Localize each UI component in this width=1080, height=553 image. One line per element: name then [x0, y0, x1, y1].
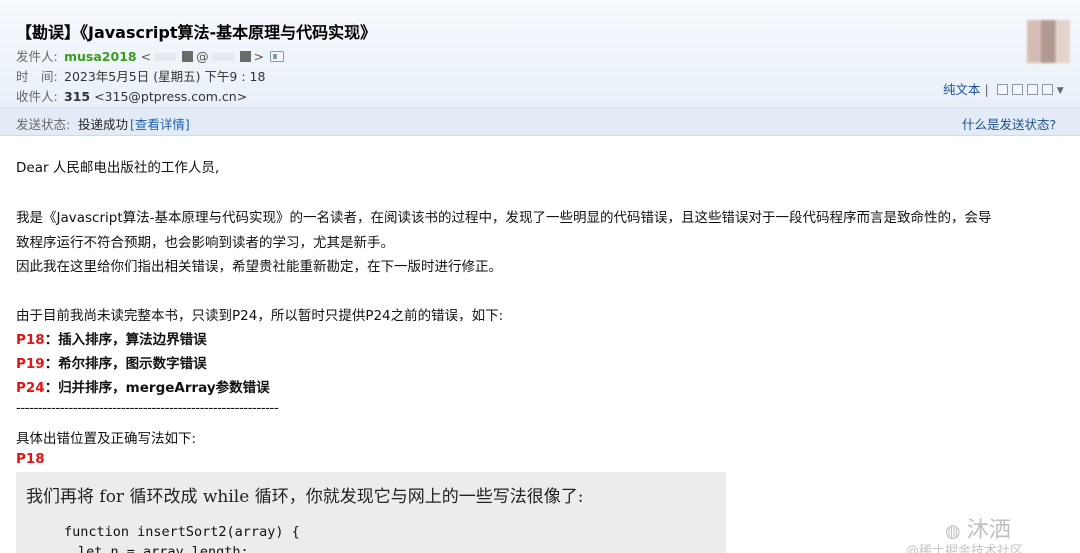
section-page: P18	[16, 451, 45, 467]
paragraph-3: 由于目前我尚未读完整本书，只读到P24，所以暂时只提供P24之前的错误，如下:	[16, 308, 504, 324]
book-page-photo: 我们再将 for 循环改成 while 循环，你就发现它与网上的一些写法很像了:…	[16, 472, 726, 553]
sender-label: 发件人:	[16, 49, 58, 64]
status-value: 投递成功	[78, 117, 129, 132]
status-label: 发送状态:	[16, 117, 71, 132]
sender-at: @	[196, 49, 209, 64]
redacted-block	[182, 51, 194, 62]
recipient-label: 收件人:	[16, 89, 58, 104]
sender-name[interactable]: musa2018	[64, 49, 137, 64]
redacted-block	[211, 53, 234, 61]
sender-addr-close: >	[253, 49, 265, 64]
redacted-block	[154, 53, 177, 61]
greeting: Dear 人民邮电出版社的工作人员,	[16, 160, 220, 176]
new-window-icon[interactable]	[996, 84, 1008, 95]
star-icon[interactable]: ☆	[347, 19, 361, 38]
time-row: 时 间: 2023年5月5日 (星期五) 下午9 : 18	[16, 66, 265, 85]
sender-addr-open: <	[140, 49, 152, 64]
time-label: 时 间:	[16, 69, 58, 84]
error-desc: ：归并排序，mergeArray参数错误	[44, 380, 270, 396]
view-details-link[interactable]: [查看详情]	[130, 114, 190, 133]
recipient-name[interactable]: 315	[64, 89, 90, 104]
sender-row: 发件人: musa2018 < @ >	[16, 46, 285, 65]
error-item: P24：归并排序，mergeArray参数错误	[16, 376, 270, 396]
chevron-down-icon[interactable]: ▼	[1057, 86, 1064, 96]
toolbar-separator: |	[984, 82, 989, 97]
error-item: P19：希尔排序，图示数字错误	[16, 352, 207, 372]
paragraph-1a: 我是《Javascript算法-基本原理与代码实现》的一名读者，在阅读该书的过程…	[16, 210, 992, 226]
contact-card-icon[interactable]	[270, 51, 285, 62]
detail-intro: 具体出错位置及正确写法如下:	[16, 431, 197, 447]
recipient-row: 收件人: 315 <315@ptpress.com.cn>	[16, 86, 247, 105]
error-item: P18：插入排序，算法边界错误	[16, 328, 207, 348]
wechat-icon: ◍	[945, 521, 961, 542]
email-header: 【勘误】《Javascript算法-基本原理与代码实现》 ☆ 发件人: musa2…	[0, 0, 1080, 108]
redacted-block	[239, 51, 251, 62]
error-desc: ：希尔排序，图示数字错误	[44, 356, 207, 372]
photo-code-line: function insertSort2(array) {	[64, 524, 300, 540]
print-icon[interactable]	[1041, 84, 1053, 95]
photo-code-line: let n = array.length;	[78, 544, 249, 553]
delivery-status-bar: 发送状态: 投递成功 [查看详情] 什么是发送状态?	[0, 108, 1080, 136]
watermark-site: @稀土掘金技术社区	[906, 544, 1024, 553]
time-value: 2023年5月5日 (星期五) 下午9 : 18	[64, 69, 266, 84]
email-subject: 【勘误】《Javascript算法-基本原理与代码实现》	[16, 23, 377, 42]
copy-icon[interactable]	[1011, 84, 1023, 95]
paragraph-1b: 致程序运行不符合预期，也会影响到读者的学习，尤其是新手。	[16, 235, 394, 251]
avatar[interactable]	[1027, 20, 1070, 63]
paragraph-2: 因此我在这里给你们指出相关错误，希望贵社能重新勘定，在下一版时进行修正。	[16, 259, 502, 275]
error-page: P18	[16, 332, 45, 348]
error-desc: ：插入排序，算法边界错误	[44, 332, 207, 348]
photo-text: 我们再将 for 循环改成 while 循环，你就发现它与网上的一些写法很像了:	[26, 487, 584, 507]
email-toolbar: 纯文本 | ▼	[943, 79, 1064, 98]
divider: ----------------------------------------…	[16, 400, 279, 416]
save-icon[interactable]	[1026, 84, 1038, 95]
recipient-address: <315@ptpress.com.cn>	[94, 89, 248, 104]
what-is-status-link[interactable]: 什么是发送状态?	[962, 114, 1056, 133]
error-page: P19	[16, 356, 45, 372]
plain-text-button[interactable]: 纯文本	[943, 82, 981, 97]
error-page: P24	[16, 380, 45, 396]
